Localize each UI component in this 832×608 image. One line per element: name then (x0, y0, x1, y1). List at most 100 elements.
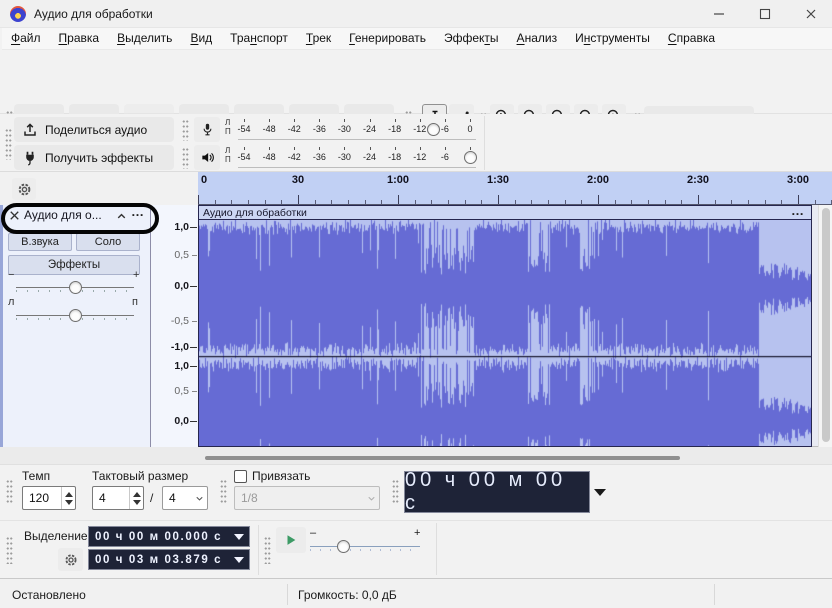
gain-slider-knob[interactable] (69, 281, 82, 294)
menu-файл[interactable]: Файл (2, 28, 50, 49)
chevron-up-icon (117, 213, 126, 219)
timeline-label: 1:30 (486, 174, 510, 186)
scale-label: 1,0 (174, 221, 189, 233)
timeline-ruler[interactable]: 0 30 1:00 1:30 2:00 2:30 3:00 (198, 172, 832, 205)
clip-menu-button[interactable]: … (791, 206, 805, 218)
playback-meter-button[interactable] (194, 145, 220, 170)
playback-meter[interactable]: -54-48-42-36-30-24-18-12-60 (236, 145, 478, 170)
waveform[interactable] (199, 220, 811, 446)
timesig-lower-select[interactable]: 4 (162, 486, 208, 510)
gain-plus-label: + (133, 269, 140, 281)
timeline-tick (564, 200, 566, 204)
meter-tick (394, 119, 396, 122)
gear-icon (65, 554, 76, 565)
menu-выделить[interactable]: Выделить (108, 28, 181, 49)
clip-header[interactable]: Аудио для обработки … (199, 206, 811, 220)
selection-start-field[interactable]: 00 ч 00 м 00.000 с (88, 526, 250, 547)
status-divider (714, 584, 715, 605)
meter-tick (244, 119, 245, 122)
pan-slider-knob[interactable] (69, 309, 82, 322)
vertical-scrollbar[interactable] (818, 205, 832, 447)
get-effects-button[interactable]: Получить эффекты (14, 145, 174, 170)
horizontal-scrollbar[interactable] (0, 447, 832, 465)
playspeed-toolbar-grip[interactable] (264, 536, 271, 564)
track-title[interactable]: Аудио для о... (24, 208, 114, 222)
scale-tick (190, 366, 197, 367)
menu-вид[interactable]: Вид (181, 28, 221, 49)
snap-toolbar-grip[interactable] (220, 479, 227, 505)
toolbar-dock-top: Настройки аудио (0, 50, 832, 157)
timesig-spinner[interactable] (129, 487, 143, 509)
vertical-scrollbar-thumb[interactable] (822, 208, 830, 442)
minimize-button[interactable] (696, 0, 742, 28)
horizontal-scrollbar-thumb[interactable] (205, 456, 680, 460)
share-audio-button[interactable]: Поделиться аудио (14, 117, 174, 142)
timeline-tick (714, 200, 716, 204)
speed-plus-label: + (414, 527, 421, 539)
snap-label: Привязать (252, 469, 311, 483)
timeline-tick (298, 195, 299, 204)
meter-tick (244, 147, 245, 150)
selection-options-button[interactable] (58, 548, 83, 571)
track-menu-button[interactable]: … (131, 204, 145, 219)
upload-icon (24, 122, 36, 136)
selection-toolbar-grip[interactable] (6, 536, 13, 564)
playback-meter-grip[interactable] (182, 147, 189, 169)
selection-end-dropdown-icon[interactable] (234, 556, 244, 563)
close-button[interactable] (788, 0, 832, 28)
time-toolbar-grip[interactable] (392, 479, 399, 505)
timeline-tick (348, 200, 349, 204)
track-effects-button[interactable]: Эффекты (8, 255, 140, 275)
menu-генерировать[interactable]: Генерировать (340, 28, 435, 49)
meter-scale-label: -18 (388, 124, 402, 134)
menu-справка[interactable]: Справка (659, 28, 724, 49)
mute-button[interactable]: В.звука (8, 233, 72, 251)
time-display[interactable]: 00 ч 00 м 00 с (404, 469, 590, 514)
menu-анализ[interactable]: Анализ (508, 28, 567, 49)
audio-clip[interactable]: Аудио для обработки … (198, 205, 812, 447)
tempo-input[interactable]: 120 (22, 486, 76, 510)
solo-button[interactable]: Соло (76, 233, 140, 251)
selection-start-dropdown-icon[interactable] (234, 533, 244, 540)
speed-slider[interactable] (310, 546, 420, 551)
toolbar-dock-meters: Поделиться аудио Получить эффекты ЛП ЛП … (0, 114, 832, 172)
play-at-speed-button[interactable] (276, 527, 306, 553)
menu-правка[interactable]: Правка (50, 28, 109, 49)
meter-scale-label: -54 (237, 152, 251, 162)
snap-checkbox[interactable] (234, 470, 247, 483)
maximize-button[interactable] (742, 0, 788, 28)
scale-tick (190, 347, 197, 348)
vertical-scale-ruler[interactable]: 1,0 0,5 0,0 -0,5 -1,0 1,0 0,5 0,0 (150, 205, 198, 447)
speed-slider-knob[interactable] (337, 540, 350, 553)
record-volume-knob[interactable] (427, 123, 441, 136)
playback-volume-knob[interactable] (463, 151, 477, 164)
meter-scale-label: -48 (262, 152, 276, 162)
timeline-tick (448, 200, 449, 204)
meter-scale-label: -24 (363, 124, 377, 134)
menu-эффекты[interactable]: Эффекты (435, 28, 508, 49)
timeline-options-button[interactable] (12, 178, 36, 200)
meter-scale-label: -30 (337, 152, 351, 162)
timeline-tick (598, 195, 599, 204)
meter-tick (369, 119, 371, 122)
record-meter-button[interactable] (194, 117, 220, 142)
record-meter[interactable]: -54 -48 -42 -36 -30 -24 -18 -12 -6 0 (236, 117, 478, 142)
menu-трек[interactable]: Трек (297, 28, 340, 49)
selection-label: Выделение (24, 529, 88, 543)
tempo-spinner[interactable] (61, 487, 75, 509)
timesig-upper-input[interactable]: 4 (92, 486, 144, 510)
timeline-tick (248, 200, 249, 204)
menu-инструменты[interactable]: Инструменты (566, 28, 659, 49)
tempo-value: 120 (29, 491, 50, 505)
record-meter-grip[interactable] (182, 119, 189, 141)
tempo-toolbar-grip[interactable] (6, 479, 13, 505)
track-collapse-button[interactable] (114, 209, 129, 224)
playback-state: Остановлено (12, 588, 86, 602)
selection-start-value: 00 ч 00 м 00.000 с (95, 530, 223, 543)
time-format-dropdown-icon[interactable] (594, 489, 606, 496)
menu-транспорт[interactable]: Транспорт (221, 28, 297, 49)
track-close-button[interactable] (7, 208, 22, 223)
snap-select: 1/8 (234, 486, 380, 510)
selection-end-field[interactable]: 00 ч 03 м 03.879 с (88, 549, 250, 570)
share-toolbar-grip[interactable] (5, 128, 12, 160)
